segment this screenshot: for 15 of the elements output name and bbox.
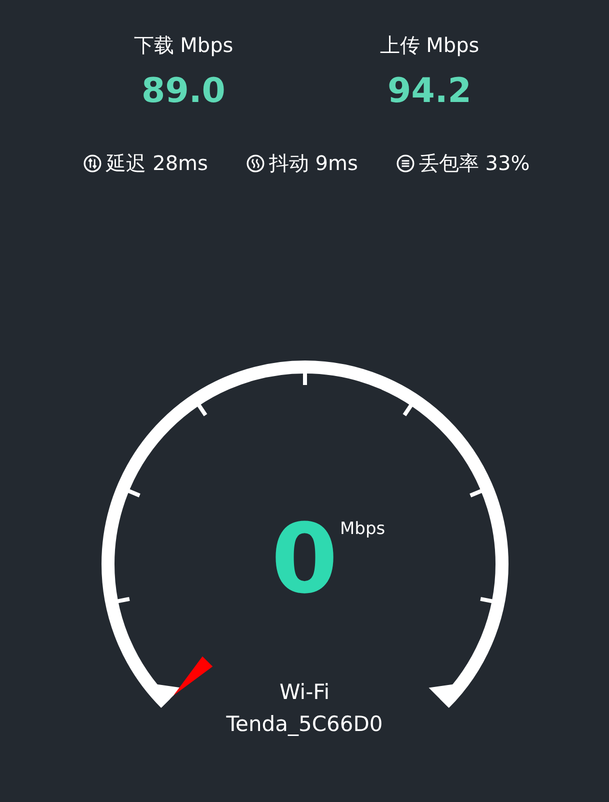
metric-label: 丢包率 33%	[418, 150, 530, 176]
gauge-needle	[173, 656, 213, 696]
rate-value: 94.2	[388, 70, 472, 113]
network-type: Wi-Fi	[279, 679, 330, 706]
speed-unit: Mbps	[340, 519, 386, 539]
rate-value: 89.0	[142, 70, 226, 113]
network-name: Tenda_5C66D0	[226, 711, 383, 738]
metric-label: 延迟 28ms	[106, 150, 208, 176]
lines-circle-icon	[396, 154, 415, 172]
rate-label: 下载 Mbps	[134, 32, 234, 59]
metric-label: 抖动 9ms	[268, 150, 358, 176]
speed-value: 0	[271, 504, 338, 614]
wave-circle-icon	[246, 154, 265, 172]
rate-label: 上传 Mbps	[380, 32, 480, 59]
arrows-circle-icon	[83, 154, 102, 172]
